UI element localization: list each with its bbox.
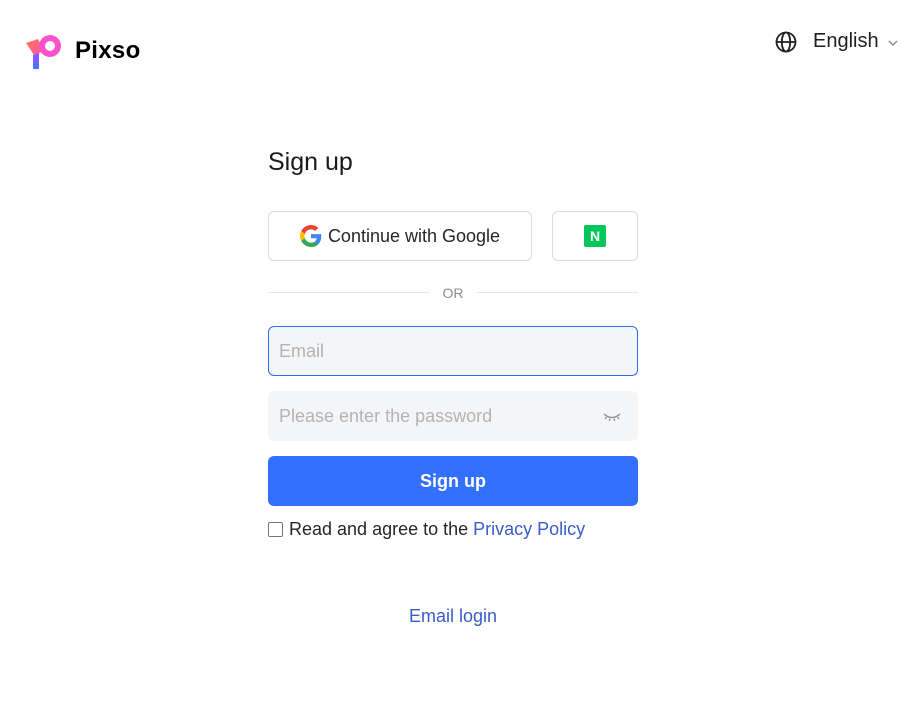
brand-name: Pixso (75, 37, 141, 64)
password-input[interactable] (269, 392, 637, 440)
brand-logo[interactable]: Pixso (24, 31, 141, 71)
privacy-agreement: Read and agree to the Privacy Policy (268, 519, 585, 540)
privacy-policy-link[interactable]: Privacy Policy (473, 519, 585, 540)
sign-up-button[interactable]: Sign up (268, 456, 638, 506)
email-login-link[interactable]: Email login (268, 606, 638, 627)
google-icon (299, 225, 322, 247)
divider-label: OR (442, 285, 464, 301)
language-label: English (813, 30, 879, 52)
agree-text: Read and agree to the (289, 519, 469, 539)
continue-with-naver-button[interactable]: N (552, 211, 638, 261)
google-button-label: Continue with Google (327, 225, 501, 246)
chevron-down-icon (887, 36, 899, 48)
naver-icon: N (584, 225, 606, 247)
agree-checkbox[interactable] (268, 522, 283, 537)
eye-closed-icon[interactable] (603, 410, 621, 424)
continue-with-google-button[interactable]: Continue with Google (268, 211, 532, 261)
pixso-logo-icon (24, 31, 64, 71)
password-field (268, 391, 638, 441)
email-field (268, 326, 638, 376)
signup-page: Pixso English Sign up Continue with Goog… (0, 0, 917, 705)
page-title: Sign up (268, 148, 353, 176)
email-input[interactable] (269, 327, 637, 375)
divider-line-right (477, 292, 638, 293)
globe-icon (775, 31, 797, 53)
language-selector[interactable]: English (775, 30, 899, 53)
or-divider: OR (268, 283, 638, 303)
